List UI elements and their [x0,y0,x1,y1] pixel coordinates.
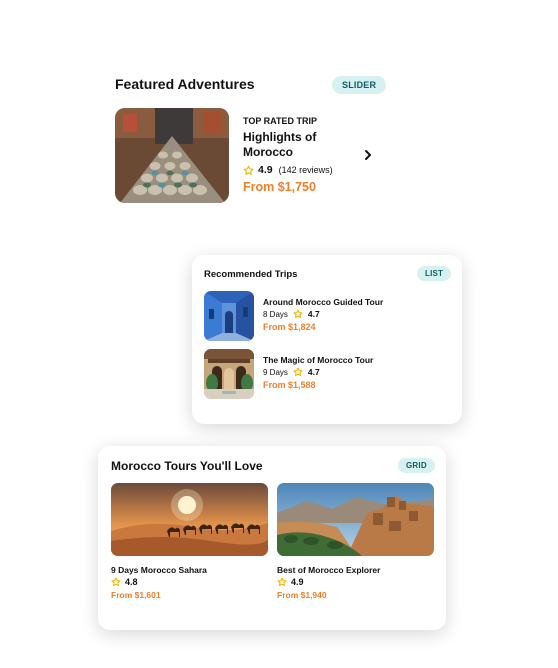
morocco-tours-grid-card: Morocco Tours You'll Love GRID 9 Days Mo… [98,446,446,630]
grid-badge: GRID [398,458,435,473]
trip-price: From $1,588 [263,380,316,390]
grid-item[interactable]: 9 Days Morocco Sahara 4.8 From $1,601 [111,483,268,603]
recommended-title: Recommended Trips [204,269,298,280]
trip-meta: 9 Days 4.7 [263,367,320,377]
chevron-right-icon[interactable] [362,148,374,162]
star-icon [293,367,303,377]
trip-meta: 8 Days 4.7 [263,309,320,319]
list-item[interactable]: The Magic of Morocco Tour 9 Days 4.7 Fro… [204,349,444,399]
desert-camels-image [111,483,268,556]
blue-alley-image [204,291,254,341]
trip-name[interactable]: 9 Days Morocco Sahara [111,565,207,575]
slider-badge: SLIDER [332,76,387,94]
trip-name[interactable]: Around Morocco Guided Tour [263,297,383,307]
featured-title: Featured Adventures [115,76,255,92]
trip-duration: 8 Days [263,309,288,319]
trip-name[interactable]: Best of Morocco Explorer [277,565,380,575]
grid-title: Morocco Tours You'll Love [111,459,263,473]
trip-meta: 4.8 [111,577,138,587]
trip-duration: 9 Days [263,367,288,377]
trip-name[interactable]: The Magic of Morocco Tour [263,355,373,365]
rating-row: 4.9 (142 reviews) [243,164,333,176]
grid-item[interactable]: Best of Morocco Explorer 4.9 From $1,940 [277,483,434,603]
rating-value: 4.9 [291,577,304,587]
rating-value: 4.9 [258,164,273,176]
riad-courtyard-image [204,349,254,399]
trip-name[interactable]: Highlights of Morocco [243,130,353,160]
review-count: (142 reviews) [278,165,333,175]
star-icon [111,577,121,587]
rating-value: 4.8 [125,577,138,587]
featured-section: Featured Adventures SLIDER TOP RATED TRI… [0,0,558,220]
trip-price: From $1,824 [263,322,316,332]
trip-meta: 4.9 [277,577,304,587]
recommended-trips-card: Recommended Trips LIST Around Morocco Gu… [192,255,462,424]
moroccan-market-pottery-image [115,108,229,203]
kasbah-valley-image [277,483,434,556]
trip-eyebrow: TOP RATED TRIP [243,116,318,126]
star-icon [277,577,287,587]
trip-price: From $1,601 [111,590,161,600]
star-icon [293,309,303,319]
rating-value: 4.7 [307,309,320,319]
trip-price: From $1,940 [277,590,327,600]
star-icon [243,165,254,175]
list-badge: LIST [417,266,452,281]
trip-price: From $1,750 [243,180,316,194]
rating-value: 4.7 [307,367,320,377]
list-item[interactable]: Around Morocco Guided Tour 8 Days 4.7 Fr… [204,291,444,341]
